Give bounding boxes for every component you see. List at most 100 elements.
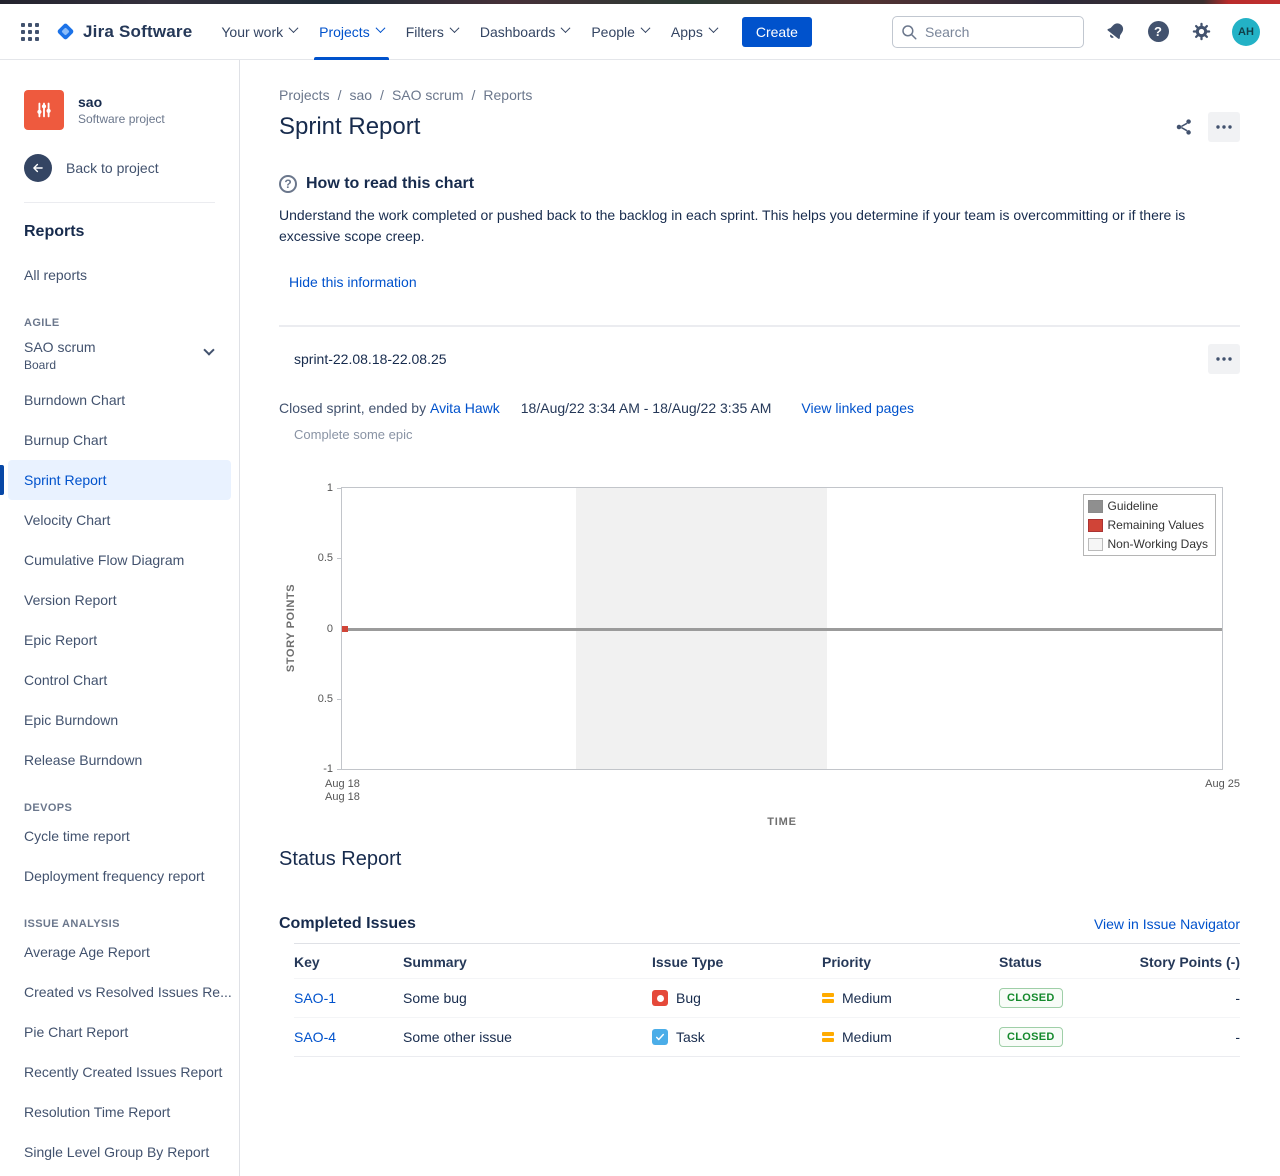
title-actions xyxy=(1172,112,1240,142)
jira-logo-icon xyxy=(54,20,77,43)
story-points-value: - xyxy=(1136,1029,1240,1045)
issue-summary: Some bug xyxy=(403,990,652,1006)
app-switcher-icon[interactable] xyxy=(14,16,46,48)
nav-item-label: Dashboards xyxy=(480,24,556,40)
closed-by-link[interactable]: Avita Hawk xyxy=(430,400,500,416)
sidebar-item-velocity-chart[interactable]: Velocity Chart xyxy=(8,500,231,540)
info-question-icon: ? xyxy=(279,175,297,193)
y-tick: 1 xyxy=(327,482,333,494)
back-to-project[interactable]: Back to project xyxy=(0,154,239,182)
primary-nav: Your work Projects Filters Dashboards Pe… xyxy=(210,4,727,60)
nav-item-filters[interactable]: Filters xyxy=(395,4,469,60)
issue-key-link[interactable]: SAO-1 xyxy=(294,990,336,1006)
table-row: SAO-1 Some bug Bug Medium CLOSED - xyxy=(294,978,1240,1017)
sidebar-item-epic-report[interactable]: Epic Report xyxy=(8,620,231,660)
devops-section-heading: DEVOPS xyxy=(0,780,239,816)
priority-medium-icon xyxy=(822,1032,834,1042)
sidebar-item-burnup-chart[interactable]: Burnup Chart xyxy=(8,420,231,460)
issue-type-label: Bug xyxy=(676,990,701,1006)
x-tick: Aug 18 xyxy=(325,791,360,804)
nav-item-people[interactable]: People xyxy=(580,4,660,60)
priority-medium-icon xyxy=(822,993,834,1003)
jira-logo[interactable]: Jira Software xyxy=(54,20,192,43)
x-tick: Aug 18 xyxy=(325,778,360,791)
breadcrumb-sao[interactable]: sao xyxy=(349,87,372,103)
status-report-heading: Status Report xyxy=(279,848,1240,871)
sprint-burndown-chart: STORY POINTS 1 0.5 0 0.5 -1 Guideline xyxy=(279,468,1240,840)
more-icon[interactable] xyxy=(1208,112,1240,142)
y-tick: 0.5 xyxy=(318,552,333,564)
avatar[interactable]: AH xyxy=(1232,18,1260,46)
column-key: Key xyxy=(294,954,403,970)
active-tab-underline xyxy=(314,57,389,60)
sidebar-item-version-report[interactable]: Version Report xyxy=(8,580,231,620)
breadcrumb-reports[interactable]: Reports xyxy=(483,87,532,103)
sidebar-item-single-level-group-by-report[interactable]: Single Level Group By Report xyxy=(8,1132,231,1172)
board-sub: Board xyxy=(24,357,215,373)
sidebar-item-resolution-time-report[interactable]: Resolution Time Report xyxy=(8,1092,231,1132)
sprint-more-icon[interactable] xyxy=(1208,344,1240,374)
create-button[interactable]: Create xyxy=(742,17,812,47)
bug-icon xyxy=(652,990,668,1006)
table-header-row: Key Summary Issue Type Priority Status S… xyxy=(294,944,1240,978)
issue-summary: Some other issue xyxy=(403,1029,652,1045)
nav-item-label: Projects xyxy=(319,24,370,40)
sidebar-item-cycle-time-report[interactable]: Cycle time report xyxy=(8,816,231,856)
view-linked-pages-link[interactable]: View linked pages xyxy=(801,400,914,416)
legend-swatch-nonworking xyxy=(1088,538,1103,551)
search-input[interactable] xyxy=(892,16,1084,48)
nav-item-apps[interactable]: Apps xyxy=(660,4,728,60)
breadcrumb-projects[interactable]: Projects xyxy=(279,87,330,103)
legend-remaining-values: Remaining Values xyxy=(1088,518,1208,532)
sidebar-item-burndown-chart[interactable]: Burndown Chart xyxy=(8,380,231,420)
completed-issues-table: Key Summary Issue Type Priority Status S… xyxy=(294,943,1240,1057)
y-tick: 0 xyxy=(327,623,333,635)
notifications-icon[interactable] xyxy=(1103,20,1127,44)
search-box[interactable] xyxy=(892,16,1084,48)
sprint-selector[interactable]: sprint-22.08.18-22.08.25 xyxy=(294,351,447,367)
closed-sprint-text: Closed sprint, ended by xyxy=(279,400,426,416)
sidebar-item-pie-chart-report[interactable]: Pie Chart Report xyxy=(8,1012,231,1052)
share-icon[interactable] xyxy=(1172,115,1196,139)
table-row: SAO-4 Some other issue Task Medium CLOSE… xyxy=(294,1017,1240,1056)
sidebar-item-release-burndown[interactable]: Release Burndown xyxy=(8,740,231,780)
sidebar-item-all-reports[interactable]: All reports xyxy=(8,255,231,295)
legend-swatch-remaining xyxy=(1088,519,1103,532)
sidebar-item-epic-burndown[interactable]: Epic Burndown xyxy=(8,700,231,740)
jira-logo-text: Jira Software xyxy=(83,22,192,42)
sidebar-item-control-chart[interactable]: Control Chart xyxy=(8,660,231,700)
column-status: Status xyxy=(999,954,1136,970)
nav-item-projects[interactable]: Projects xyxy=(308,4,395,60)
sidebar-item-sprint-report[interactable]: Sprint Report xyxy=(8,460,231,500)
priority-label: Medium xyxy=(842,1029,892,1045)
y-tick-mark xyxy=(337,769,342,770)
sidebar-item-created-vs-resolved[interactable]: Created vs Resolved Issues Re... xyxy=(8,972,231,1012)
sidebar-item-cumulative-flow-diagram[interactable]: Cumulative Flow Diagram xyxy=(8,540,231,580)
help-glyph: ? xyxy=(1148,21,1169,42)
breadcrumb-sao-scrum[interactable]: SAO scrum xyxy=(392,87,464,103)
help-icon[interactable]: ? xyxy=(1146,20,1170,44)
issue-analysis-section-heading: ISSUE ANALYSIS xyxy=(0,896,239,932)
view-in-issue-navigator-link[interactable]: View in Issue Navigator xyxy=(1094,916,1240,932)
x-axis-start-labels: Aug 18 Aug 18 xyxy=(325,778,360,804)
issue-key-link[interactable]: SAO-4 xyxy=(294,1029,336,1045)
y-tick-mark xyxy=(337,558,342,559)
nav-item-label: People xyxy=(591,24,635,40)
nav-item-dashboards[interactable]: Dashboards xyxy=(469,4,581,60)
sidebar-item-recently-created-issues-report[interactable]: Recently Created Issues Report xyxy=(8,1052,231,1092)
board-selector[interactable]: SAO scrum Board xyxy=(8,331,231,380)
chart-legend: Guideline Remaining Values Non-Working D… xyxy=(1083,494,1216,556)
settings-icon[interactable] xyxy=(1189,20,1213,44)
top-navbar: Jira Software Your work Projects Filters… xyxy=(0,4,1280,60)
sidebar-item-deployment-frequency-report[interactable]: Deployment frequency report xyxy=(8,856,231,896)
legend-label: Guideline xyxy=(1108,499,1159,513)
hide-information-link[interactable]: Hide this information xyxy=(289,274,417,290)
board-name: SAO scrum xyxy=(24,338,215,357)
sidebar-item-average-age-report[interactable]: Average Age Report xyxy=(8,932,231,972)
nav-item-your-work[interactable]: Your work xyxy=(210,4,308,60)
info-heading: How to read this chart xyxy=(306,175,474,193)
page-title: Sprint Report xyxy=(279,113,420,141)
breadcrumb-separator: / xyxy=(472,87,476,103)
chevron-down-icon xyxy=(561,23,571,33)
arrow-left-icon xyxy=(24,154,52,182)
